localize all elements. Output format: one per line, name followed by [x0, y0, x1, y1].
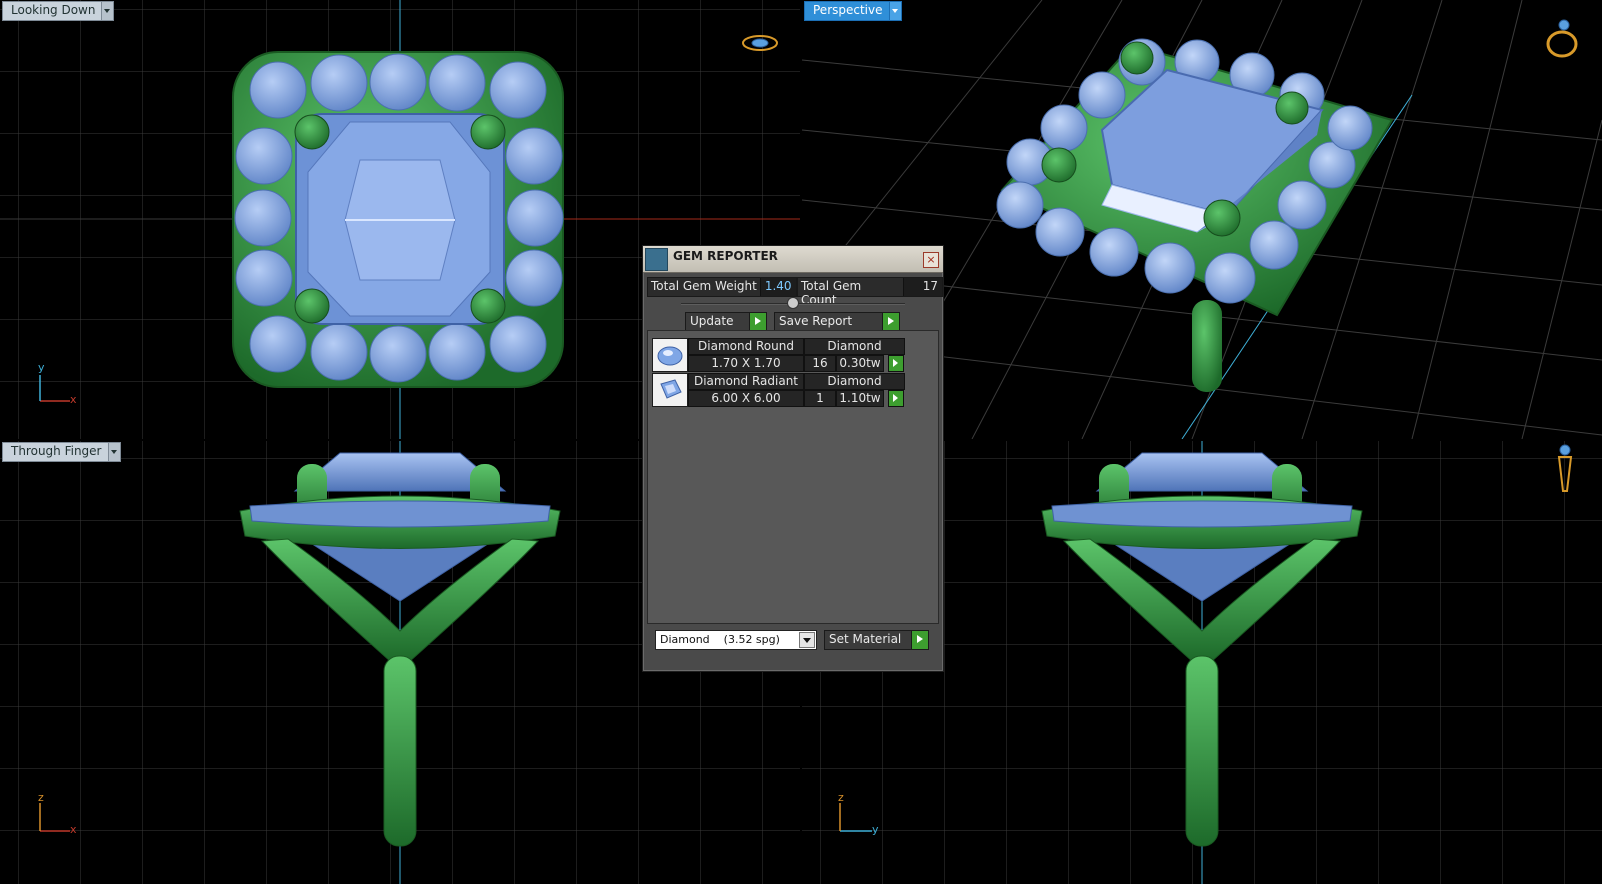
ring-side-icon[interactable] — [1554, 443, 1576, 495]
gem-list[interactable]: Diamond Round Diamond 1.70 X 1.70 16 0.3… — [647, 330, 939, 624]
viewport-label-text: Through Finger — [11, 444, 102, 458]
gem-material: Diamond — [804, 373, 905, 390]
collapse-toggle[interactable] — [787, 297, 799, 309]
select-gem-button[interactable] — [888, 390, 904, 407]
update-button[interactable]: Update — [685, 312, 768, 332]
gem-shape: Diamond Radiant — [688, 373, 804, 390]
chevron-down-icon[interactable] — [101, 2, 114, 20]
gem-shape: Diamond Round — [688, 338, 804, 355]
save-report-button-label: Save Report — [779, 314, 853, 328]
play-arrow-icon — [749, 313, 767, 331]
gem-reporter-panel[interactable]: GEM REPORTER × Total Gem Weight 1.40 Tot… — [642, 245, 944, 672]
viewport-label-looking-down[interactable]: Looking Down — [2, 1, 115, 21]
gem-reporter-logo-icon — [645, 248, 668, 271]
ring-perspective-icon[interactable] — [1542, 16, 1582, 60]
axis-label-z: z — [838, 791, 844, 804]
save-report-button[interactable]: Save Report — [774, 312, 901, 332]
gem-size: 6.00 X 6.00 — [688, 390, 804, 407]
axis-label-z: z — [38, 791, 44, 804]
gem-weight: 1.10tw — [836, 390, 884, 407]
material-select[interactable]: Diamond (3.52 spg) — [655, 630, 817, 650]
ring-view-icon[interactable] — [740, 30, 782, 56]
update-button-label: Update — [690, 314, 734, 328]
gem-count: 16 — [804, 355, 836, 372]
gem-weight: 0.30tw — [836, 355, 884, 372]
play-arrow-icon — [911, 631, 929, 649]
set-material-button-label: Set Material — [829, 632, 902, 646]
viewport-label-text: Perspective — [813, 3, 883, 17]
viewport-label-perspective[interactable]: Perspective — [804, 1, 902, 21]
close-icon[interactable]: × — [923, 252, 939, 268]
gem-count: 1 — [804, 390, 836, 407]
chevron-down-icon[interactable] — [107, 443, 120, 461]
play-arrow-icon — [882, 313, 900, 331]
radiant-gem-thumbnail — [652, 373, 688, 407]
total-gem-weight-label: Total Gem Weight — [648, 278, 761, 296]
gem-size: 1.70 X 1.70 — [688, 355, 804, 372]
total-gem-weight-value: 1.40 — [764, 279, 792, 293]
set-material-button[interactable]: Set Material — [824, 630, 930, 650]
total-gem-count: Total Gem Count 17 — [797, 277, 943, 307]
total-gem-count-value: 17 — [922, 279, 938, 293]
chevron-down-icon[interactable] — [799, 632, 815, 648]
select-gem-button[interactable] — [888, 355, 904, 372]
total-gem-count-label: Total Gem Count — [798, 278, 904, 307]
panel-title: GEM REPORTER — [673, 249, 778, 263]
total-gem-weight: Total Gem Weight 1.40 — [647, 277, 797, 297]
axis-label-x: x — [70, 823, 77, 836]
chevron-down-icon[interactable] — [888, 2, 901, 20]
gem-reporter-titlebar[interactable]: GEM REPORTER × — [643, 246, 943, 273]
viewport-label-through-finger[interactable]: Through Finger — [2, 442, 121, 462]
list-item[interactable]: Diamond Round Diamond 1.70 X 1.70 16 0.3… — [652, 338, 910, 372]
round-gem-thumbnail — [652, 338, 688, 372]
list-item[interactable]: Diamond Radiant Diamond 6.00 X 6.00 1 1.… — [652, 373, 910, 407]
material-select-value: Diamond (3.52 spg) — [660, 633, 780, 646]
axis-label-x: x — [70, 393, 77, 406]
viewport-label-text: Looking Down — [11, 3, 96, 17]
axis-label-y: y — [872, 823, 879, 836]
gem-material: Diamond — [804, 338, 905, 355]
axis-label-y: y — [38, 361, 45, 374]
